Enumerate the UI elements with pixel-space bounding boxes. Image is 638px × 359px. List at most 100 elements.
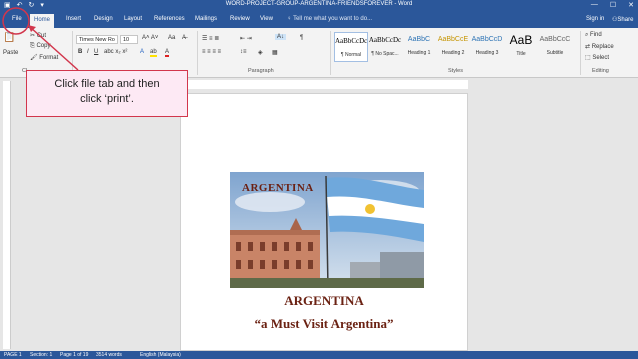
paste-icon[interactable]: 📋 xyxy=(3,32,15,43)
bold-button[interactable]: B xyxy=(78,49,82,55)
style-no-spacing[interactable]: AaBbCcDc ¶ No Spac... xyxy=(368,32,402,62)
style-title[interactable]: AaB Title xyxy=(504,32,538,62)
paste-button[interactable]: Paste xyxy=(3,50,18,56)
status-page-of[interactable]: Page 1 of 19 xyxy=(60,352,88,358)
style-name: ¶ Normal xyxy=(340,52,362,58)
copy-label: Copy xyxy=(36,43,51,49)
find-button[interactable]: ⌕ Find xyxy=(585,32,602,39)
style-sample: AaBbCcC xyxy=(539,36,571,43)
change-case-icon[interactable]: Aa xyxy=(168,35,175,41)
style-sample: AaBbCcDc xyxy=(368,36,402,44)
window-controls: — ☐ ✕ xyxy=(591,1,634,9)
font-color-icon[interactable]: A xyxy=(165,49,170,57)
status-page[interactable]: PAGE 1 xyxy=(4,352,22,358)
tab-review[interactable]: Review xyxy=(226,15,254,23)
format-painter-button[interactable]: 🖌 Format xyxy=(30,54,58,61)
style-sample: AaBbCcDc xyxy=(335,37,368,45)
group-separator xyxy=(72,31,73,75)
cut-label: Cut xyxy=(36,33,47,39)
style-heading-1[interactable]: AaBbC Heading 1 xyxy=(402,32,436,62)
window-title: WORD-PROJECT-GROUP-ARGENTINA-FRIENDSFORE… xyxy=(225,1,413,7)
sign-in-link[interactable]: Sign in xyxy=(586,16,604,22)
tab-references[interactable]: References xyxy=(150,15,189,23)
instruction-callout: Click file tab and then click ‘print’. xyxy=(26,70,188,117)
line-spacing-icon[interactable]: ↕≡ xyxy=(240,49,247,55)
tell-me-text: Tell me what you want to do... xyxy=(293,16,373,22)
replace-label: Replace xyxy=(591,44,614,50)
pilcrow-icon[interactable]: ¶ xyxy=(300,35,303,41)
select-label: Select xyxy=(592,55,610,61)
style-heading-3[interactable]: AaBbCcD Heading 3 xyxy=(470,32,504,62)
replace-icon: ⇄ xyxy=(585,44,592,50)
status-language[interactable]: English (Malaysia) xyxy=(140,352,181,358)
callout-line-2: click ‘print’. xyxy=(80,93,134,105)
italic-button[interactable]: I xyxy=(87,49,89,55)
font-name-box[interactable]: Times New Ro xyxy=(76,35,118,44)
share-label: Share xyxy=(617,17,634,23)
style-name: Title xyxy=(516,51,526,57)
style-name: Heading 2 xyxy=(441,50,465,56)
style-subtitle[interactable]: AaBbCcC Subtitle xyxy=(538,32,572,62)
tab-design[interactable]: Design xyxy=(90,15,117,23)
grow-font-icon[interactable]: A˄ A˅ xyxy=(142,35,158,41)
argentina-photo[interactable]: ARGENTINA xyxy=(230,172,424,288)
title-bar: ▣ ↶ ↻ ▾ WORD-PROJECT-GROUP-ARGENTINA-FRI… xyxy=(0,0,638,13)
style-normal[interactable]: AaBbCcDc ¶ Normal xyxy=(334,32,368,62)
style-name: ¶ No Spac... xyxy=(371,51,399,57)
style-name: Heading 3 xyxy=(475,50,499,56)
share-button[interactable]: ⚇Share xyxy=(612,16,633,23)
group-separator xyxy=(197,31,198,75)
callout-text: Click file tab and then click ‘print’. xyxy=(27,77,187,107)
group-separator xyxy=(330,31,331,75)
style-sample: AaBbCcD xyxy=(471,36,503,43)
style-sample: AaBbC xyxy=(407,36,431,43)
paragraph-group-label: Paragraph xyxy=(248,68,274,74)
style-name: Heading 1 xyxy=(407,50,431,56)
style-heading-2[interactable]: AaBbCcE Heading 2 xyxy=(436,32,470,62)
group-separator xyxy=(580,31,581,75)
strike-sub-super-icons[interactable]: abc x₂ x² xyxy=(104,49,127,55)
document-subtitle[interactable]: “a Must Visit Argentina” xyxy=(180,316,468,332)
tab-view[interactable]: View xyxy=(256,15,277,23)
horizontal-ruler xyxy=(180,80,468,89)
shading-icon[interactable]: ◈ xyxy=(258,49,263,56)
restore-button[interactable]: ☐ xyxy=(610,1,616,9)
brush-icon: 🖌 xyxy=(30,55,40,61)
tab-file[interactable]: File xyxy=(8,15,26,23)
status-bar: PAGE 1 Section: 1 Page 1 of 19 3514 word… xyxy=(0,351,638,359)
tell-me-box[interactable]: ♀ Tell me what you want to do... xyxy=(287,16,372,22)
scissors-icon: ✂ xyxy=(30,33,37,39)
underline-button[interactable]: U xyxy=(94,49,98,55)
sort-icon[interactable]: A↓ xyxy=(275,34,287,40)
photo-caption: ARGENTINA xyxy=(242,182,314,194)
styles-group-label: Styles xyxy=(448,68,463,74)
status-words[interactable]: 3514 words xyxy=(96,352,122,358)
replace-button[interactable]: ⇄ Replace xyxy=(585,43,614,50)
find-label: Find xyxy=(590,32,602,38)
ribbon-tabs: File Home Insert Design Layout Reference… xyxy=(0,13,638,28)
text-effects-icon[interactable]: A xyxy=(140,49,144,55)
copy-button[interactable]: ⎘ Copy xyxy=(30,43,50,50)
vertical-ruler xyxy=(3,81,11,349)
editing-group-label: Editing xyxy=(592,68,609,74)
clear-format-icon[interactable]: A̶ xyxy=(182,35,186,41)
tab-insert[interactable]: Insert xyxy=(62,15,85,23)
document-title[interactable]: ARGENTINA xyxy=(180,293,468,309)
tab-mailings[interactable]: Mailings xyxy=(191,15,221,23)
align-icons[interactable]: ≡ ≡ ≡ ≡ xyxy=(202,49,221,55)
tab-home[interactable]: Home xyxy=(30,14,55,28)
select-button[interactable]: ⬚ Select xyxy=(585,54,609,61)
highlight-icon[interactable]: ab xyxy=(150,49,157,57)
cut-button[interactable]: ✂ Cut xyxy=(30,32,46,39)
minimize-button[interactable]: — xyxy=(591,1,598,9)
list-icons[interactable]: ☰ ≡ ≣ xyxy=(202,35,219,42)
close-button[interactable]: ✕ xyxy=(628,1,634,9)
tab-layout[interactable]: Layout xyxy=(120,15,146,23)
indent-icons[interactable]: ⇤ ⇥ xyxy=(240,35,252,42)
style-name: Subtitle xyxy=(546,50,564,56)
font-size-box[interactable]: 10 xyxy=(120,35,138,44)
format-painter-label: Format xyxy=(39,55,59,61)
borders-icon[interactable]: ▦ xyxy=(272,49,278,56)
status-section[interactable]: Section: 1 xyxy=(30,352,52,358)
callout-line-1: Click file tab and then xyxy=(54,78,160,90)
